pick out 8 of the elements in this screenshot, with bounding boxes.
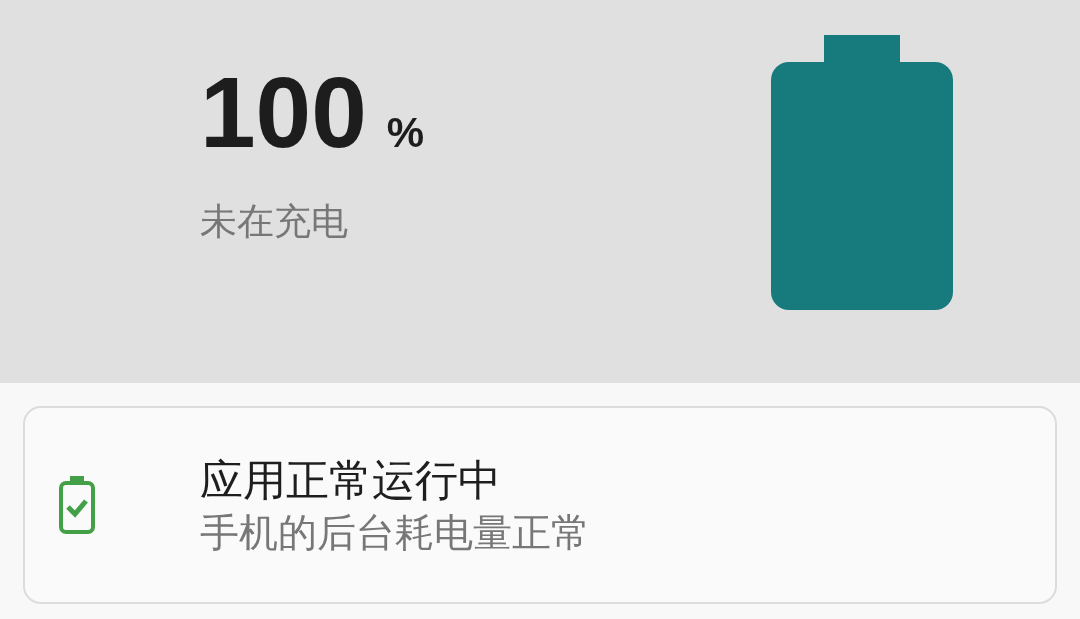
card-subtitle: 手机的后台耗电量正常 <box>200 509 590 557</box>
battery-icon <box>771 35 953 310</box>
card-title: 应用正常运行中 <box>200 454 502 507</box>
status-card[interactable]: 应用正常运行中 手机的后台耗电量正常 <box>23 406 1057 604</box>
charging-status: 未在充电 <box>200 200 349 244</box>
battery-percentage: 100 <box>200 62 367 162</box>
battery-check-icon <box>59 476 95 534</box>
percent-sign: % <box>386 112 425 154</box>
